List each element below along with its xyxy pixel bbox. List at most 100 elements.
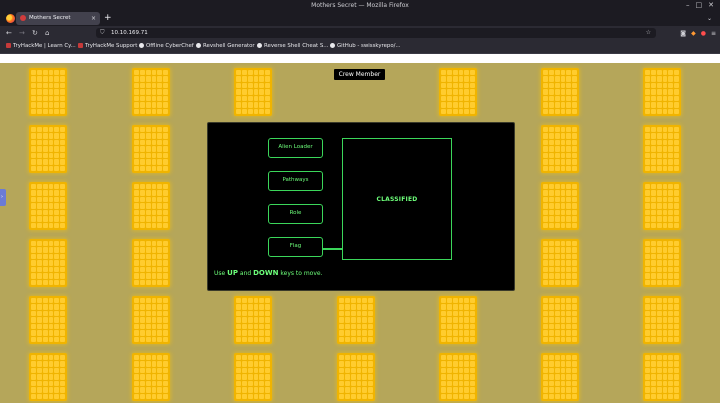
shield-icon[interactable]: ⛉ xyxy=(100,28,105,38)
solar-cell xyxy=(656,159,662,165)
ublock-icon[interactable]: ● xyxy=(701,30,706,37)
solar-cell xyxy=(674,139,679,146)
solar-cell xyxy=(48,209,54,216)
solar-cell xyxy=(566,127,572,133)
back-arrow-icon[interactable]: ← xyxy=(6,26,12,40)
solar-cell xyxy=(656,260,662,266)
window-title: Mothers Secret — Mozilla Firefox xyxy=(311,2,409,9)
solar-cell xyxy=(543,190,548,196)
solar-cell xyxy=(662,196,668,203)
solar-cell xyxy=(356,367,362,374)
close-window-icon[interactable]: ✕ xyxy=(708,0,714,11)
solar-cell xyxy=(668,273,674,279)
home-icon[interactable]: ⌂ xyxy=(45,26,49,40)
solar-cell xyxy=(668,367,674,374)
solar-cell xyxy=(560,89,566,95)
bookmark-item[interactable]: GitHub - swisskyrepo/... xyxy=(330,40,401,53)
solar-cell xyxy=(344,336,350,342)
solar-cell xyxy=(265,95,270,102)
solar-cell xyxy=(645,298,650,304)
solar-cell xyxy=(48,361,54,367)
solar-cell xyxy=(650,323,656,330)
solar-cell xyxy=(560,209,566,216)
reload-icon[interactable]: ↻ xyxy=(32,26,38,40)
solar-cell xyxy=(662,323,668,330)
forward-arrow-icon[interactable]: → xyxy=(19,26,25,40)
solar-cell xyxy=(48,165,54,171)
classified-display: CLASSIFIED xyxy=(342,138,452,260)
solar-cell xyxy=(668,82,674,89)
role-button[interactable]: Role xyxy=(268,204,323,224)
bookmark-item[interactable]: TryHackMe | Learn Cy... xyxy=(6,40,76,53)
tab-list-chevron-icon[interactable]: ⌄ xyxy=(707,12,712,25)
solar-cell xyxy=(60,380,65,387)
solar-cell xyxy=(134,159,139,165)
solar-cell xyxy=(157,273,163,279)
solar-cell xyxy=(60,260,65,266)
solar-cell xyxy=(259,76,265,82)
side-drawer-tab[interactable]: › xyxy=(0,189,6,206)
bookmark-item[interactable]: Offline CyberChef xyxy=(139,40,194,53)
solar-cell xyxy=(572,380,577,387)
solar-cell xyxy=(344,387,350,393)
solar-cell xyxy=(36,298,42,304)
solar-cell xyxy=(572,253,577,260)
new-tab-button[interactable]: + xyxy=(104,12,112,25)
solar-cell xyxy=(163,209,168,216)
bookmark-item[interactable]: TryHackMe Support xyxy=(78,40,137,53)
solar-cell xyxy=(560,70,566,76)
solar-cell xyxy=(48,273,54,279)
bookmark-star-icon[interactable]: ☆ xyxy=(646,28,651,38)
pathways-button[interactable]: Pathways xyxy=(268,171,323,191)
solar-cell xyxy=(458,304,464,310)
solar-cell xyxy=(441,367,446,374)
url-text[interactable]: 10.10.169.71 xyxy=(111,28,148,38)
solar-cell xyxy=(662,127,668,133)
tab-mothers-secret[interactable]: Mothers Secret × xyxy=(16,12,100,25)
solar-cell xyxy=(42,203,48,209)
solar-cell xyxy=(548,367,554,374)
solar-cell xyxy=(543,367,548,374)
solar-cell xyxy=(560,152,566,159)
extension-icon[interactable]: ◆ xyxy=(691,30,696,37)
minimize-icon[interactable]: – xyxy=(686,0,690,11)
solar-cell xyxy=(60,241,65,247)
solar-cell xyxy=(145,310,151,317)
menu-icon[interactable]: ≡ xyxy=(711,30,716,37)
solar-cell xyxy=(566,304,572,310)
flag-button[interactable]: Flag xyxy=(268,237,323,257)
solar-cell xyxy=(362,310,368,317)
solar-cell xyxy=(572,216,577,222)
solar-cell xyxy=(60,222,65,228)
solar-cell xyxy=(668,393,674,399)
solar-cell xyxy=(151,165,157,171)
solar-cell xyxy=(674,310,679,317)
solar-cell xyxy=(674,273,679,279)
solar-cell xyxy=(464,361,470,367)
solar-cell xyxy=(145,152,151,159)
solar-cell xyxy=(247,76,253,82)
solar-cell xyxy=(356,336,362,342)
solar-cell xyxy=(259,380,265,387)
pocket-icon[interactable]: ◙ xyxy=(680,30,686,37)
solar-cell xyxy=(554,330,560,336)
solar-cell xyxy=(339,336,344,342)
solar-cell xyxy=(139,317,145,323)
solar-cell xyxy=(42,82,48,89)
bookmark-item[interactable]: Revshell Generator xyxy=(196,40,255,53)
solar-cell xyxy=(151,89,157,95)
solar-cell xyxy=(339,323,344,330)
solar-cell xyxy=(42,89,48,95)
solar-cell xyxy=(554,393,560,399)
bookmark-item[interactable]: Reverse Shell Cheat S... xyxy=(257,40,328,53)
alien-loader-button[interactable]: Alien Loader xyxy=(268,138,323,158)
solar-cell xyxy=(145,133,151,139)
solar-cell xyxy=(543,82,548,89)
maximize-icon[interactable]: □ xyxy=(696,0,703,11)
tab-close-icon[interactable]: × xyxy=(91,12,96,25)
url-bar[interactable]: ⛉ 10.10.169.71 ☆ xyxy=(96,28,656,38)
solar-cell xyxy=(674,133,679,139)
solar-cell xyxy=(139,190,145,196)
solar-cell xyxy=(566,361,572,367)
solar-cell xyxy=(241,330,247,336)
